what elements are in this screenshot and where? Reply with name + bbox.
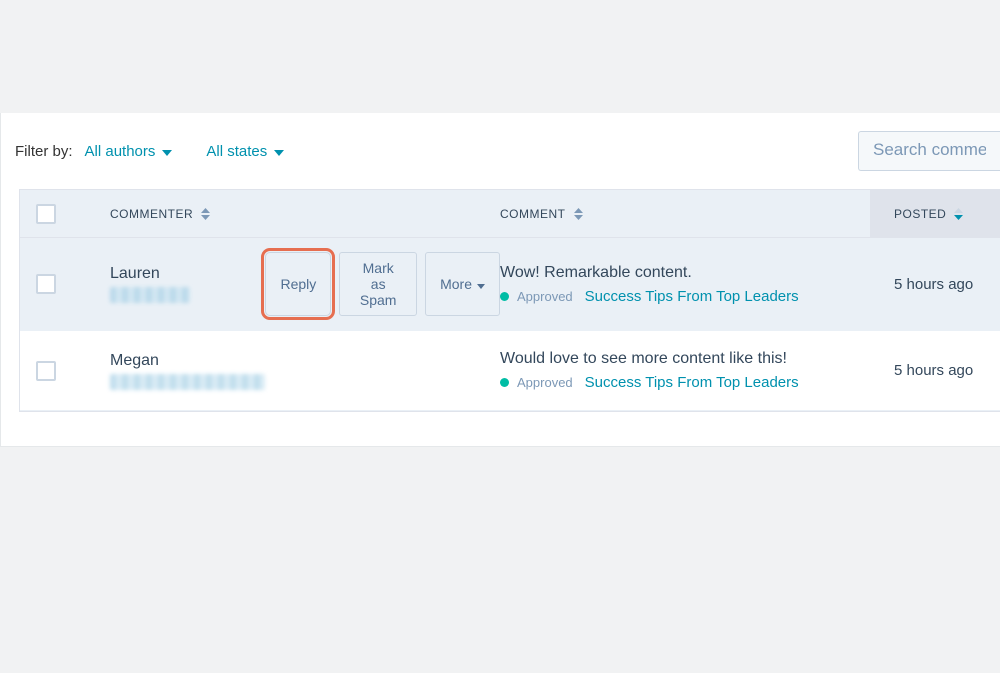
header-posted-label: POSTED — [894, 207, 946, 221]
caret-down-icon — [274, 143, 284, 160]
comments-panel: Filter by: All authors All states COMMEN… — [0, 113, 1000, 447]
commenter-name: Lauren — [110, 265, 245, 283]
comment-text: Wow! Remarkable content. — [500, 264, 870, 282]
row-select-cell — [20, 361, 80, 381]
select-all-checkbox[interactable] — [36, 204, 56, 224]
status-label: Approved — [517, 375, 573, 390]
caret-down-icon — [477, 276, 485, 292]
reply-button[interactable]: Reply — [265, 252, 331, 316]
search-input[interactable] — [858, 131, 1000, 171]
table-row[interactable]: Lauren ReplyMark as SpamMoreWow! Remarkab… — [20, 238, 1000, 331]
caret-down-icon — [162, 143, 172, 160]
status-dot-icon — [500, 292, 509, 301]
commenter-name: Megan — [110, 352, 270, 370]
row-checkbox[interactable] — [36, 274, 56, 294]
comment-cell: Wow! Remarkable content. Approved Success … — [500, 264, 870, 305]
table-header: COMMENTER COMMENT POSTED — [20, 190, 1000, 238]
header-posted[interactable]: POSTED — [870, 190, 1000, 237]
commenter-cell: Megan — [80, 352, 500, 390]
header-comment[interactable]: COMMENT — [500, 190, 870, 237]
commenter-cell: Lauren ReplyMark as SpamMore — [80, 252, 500, 316]
states-filter-label: All states — [206, 143, 267, 160]
posted-cell: 5 hours ago — [870, 276, 1000, 293]
article-link[interactable]: Success Tips From Top Leaders — [585, 374, 799, 391]
row-checkbox[interactable] — [36, 361, 56, 381]
authors-filter[interactable]: All authors — [85, 143, 173, 160]
comment-meta: Approved Success Tips From Top Leaders — [500, 288, 870, 305]
more-button[interactable]: More — [425, 252, 500, 316]
comment-meta: Approved Success Tips From Top Leaders — [500, 374, 870, 391]
filter-label: Filter by: — [15, 143, 73, 160]
states-filter[interactable]: All states — [206, 143, 284, 160]
commenter-email-redacted — [110, 374, 265, 390]
row-select-cell — [20, 274, 80, 294]
status-label: Approved — [517, 289, 573, 304]
header-comment-label: COMMENT — [500, 207, 566, 221]
mark-as-spam-button[interactable]: Mark as Spam — [339, 252, 417, 316]
header-select-all[interactable] — [20, 190, 80, 237]
sort-icon — [954, 208, 963, 220]
table-row[interactable]: Megan Would love to see more content like… — [20, 331, 1000, 411]
sort-icon — [201, 208, 210, 220]
header-commenter-label: COMMENTER — [110, 207, 193, 221]
authors-filter-label: All authors — [85, 143, 156, 160]
sort-icon — [574, 208, 583, 220]
status-dot-icon — [500, 378, 509, 387]
posted-cell: 5 hours ago — [870, 362, 1000, 379]
header-commenter[interactable]: COMMENTER — [80, 190, 500, 237]
row-actions: ReplyMark as SpamMore — [265, 252, 500, 316]
filter-bar: Filter by: All authors All states — [1, 113, 1000, 189]
article-link[interactable]: Success Tips From Top Leaders — [585, 288, 799, 305]
search-container — [858, 131, 1000, 171]
comment-cell: Would love to see more content like this… — [500, 350, 870, 391]
comment-text: Would love to see more content like this… — [500, 350, 870, 368]
commenter-email-redacted — [110, 287, 190, 303]
comments-table: COMMENTER COMMENT POSTED — [19, 189, 1000, 412]
